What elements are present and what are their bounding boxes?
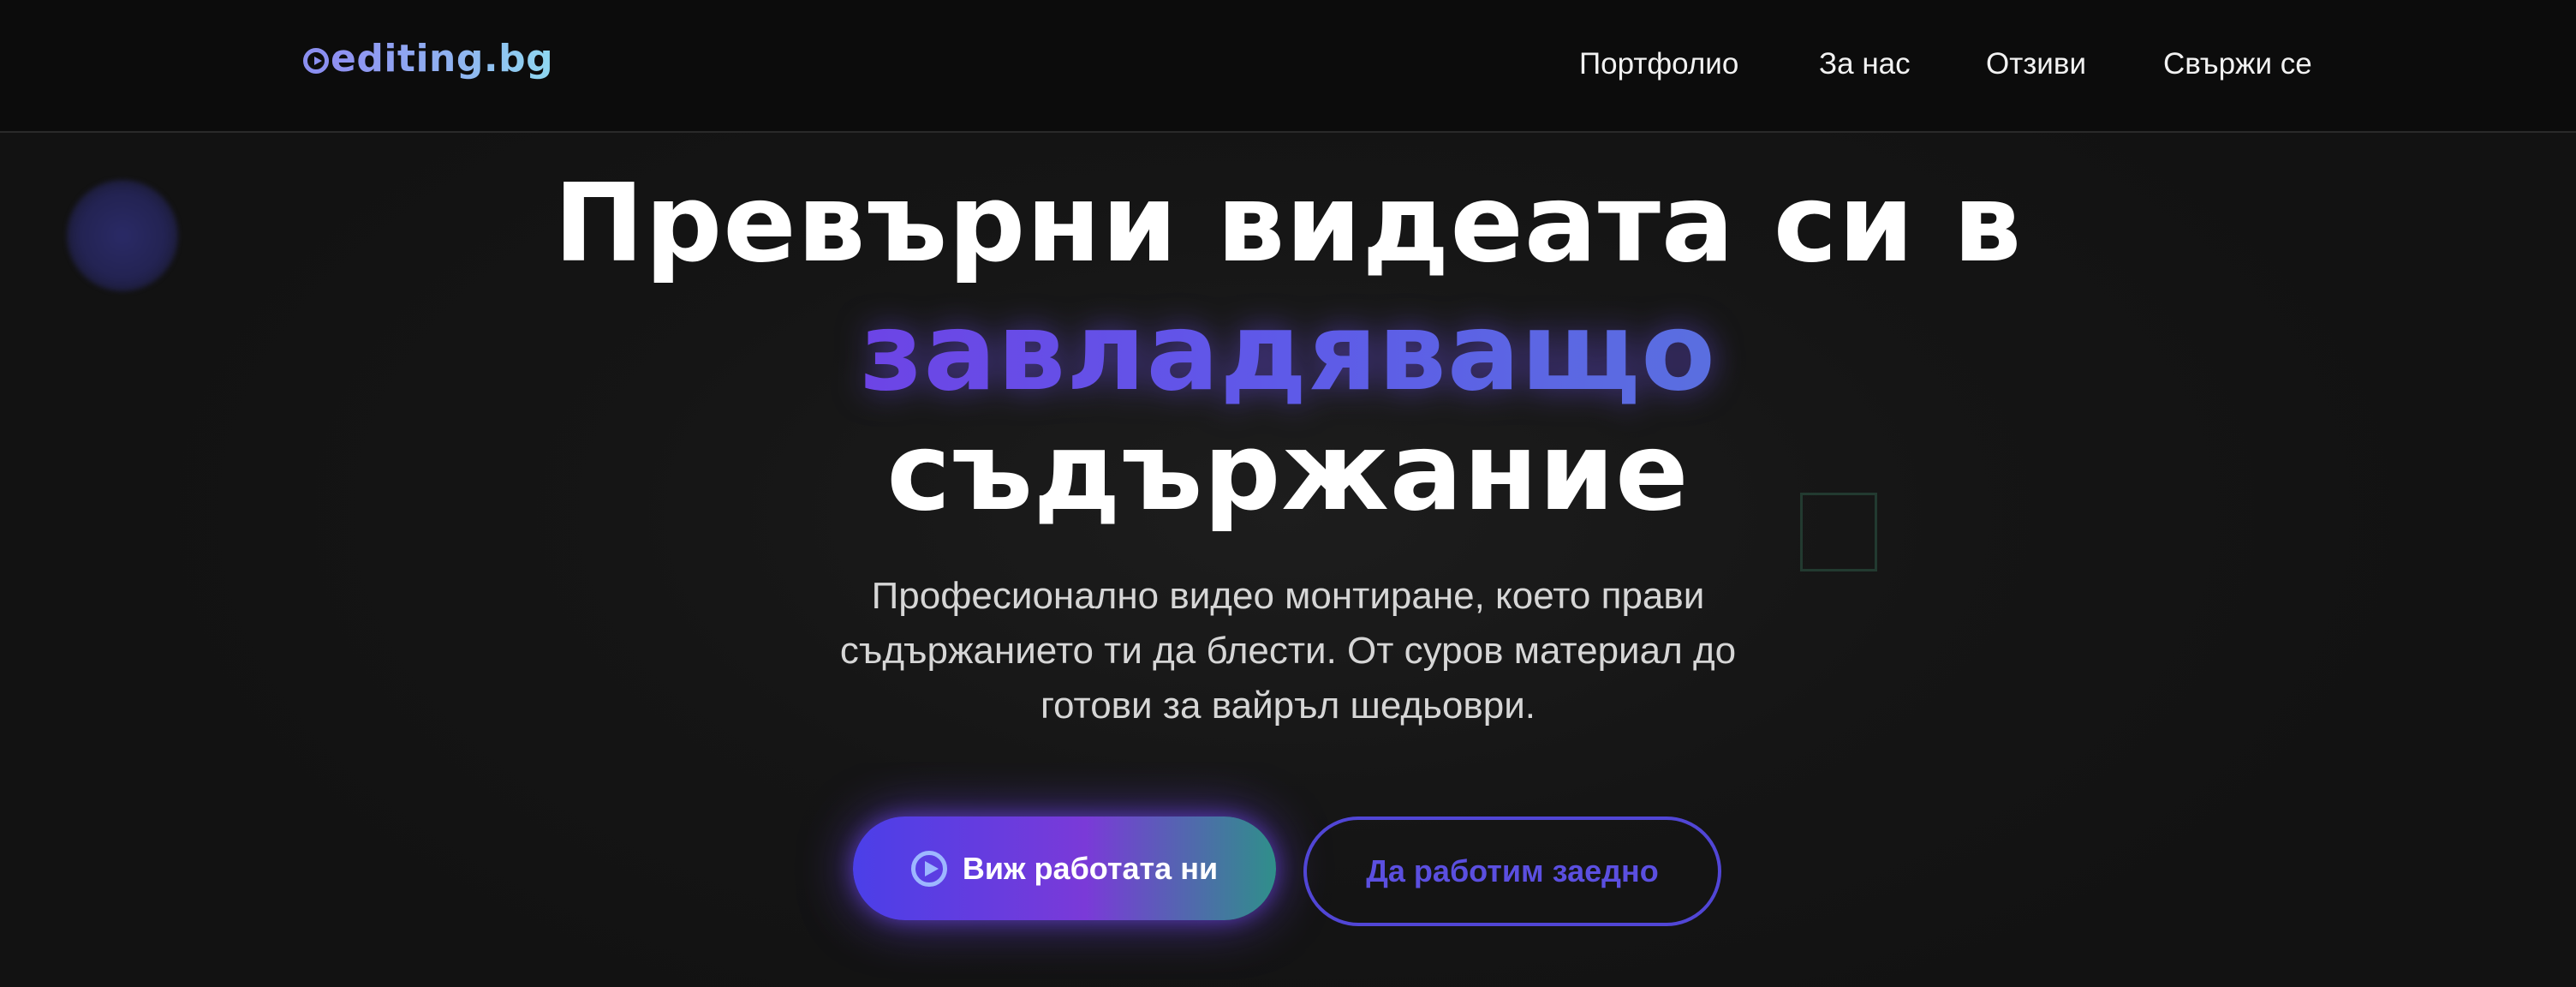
hero-subtitle-line3: готови за вайръл шедьоври. xyxy=(1040,685,1536,727)
work-together-button[interactable]: Да работим заедно xyxy=(1303,817,1721,926)
page: editing.bg Портфолио За нас Отзиви Свърж… xyxy=(0,0,2576,987)
hero-title-accent-line: завладяващо xyxy=(0,288,2576,416)
site-header: editing.bg Портфолио За нас Отзиви Свърж… xyxy=(0,0,2576,133)
play-circle-icon xyxy=(303,48,329,74)
view-work-button[interactable]: Виж работата ни xyxy=(853,817,1276,920)
play-circle-icon xyxy=(910,850,947,887)
nav-item-about[interactable]: За нас xyxy=(1819,43,1911,86)
logo-text: editing.bg xyxy=(331,36,554,81)
hero-title-accent: завладяващо xyxy=(860,289,1716,415)
hero-subtitle: Професионално видео монтиране, което пра… xyxy=(731,569,1845,733)
hero-title-line1: Превърни видеата си в xyxy=(553,160,2023,286)
nav-item-testimonials[interactable]: Отзиви xyxy=(1986,43,2086,86)
hero-title-line3: съдържание xyxy=(886,409,1690,535)
nav-item-contact[interactable]: Свържи се xyxy=(2163,43,2312,86)
hero-subtitle-line2: съдържанието ти да блести. От суров мате… xyxy=(839,630,1737,672)
logo[interactable]: editing.bg xyxy=(303,33,553,84)
work-together-button-label: Да работим заедно xyxy=(1366,853,1659,888)
hero-subtitle-line1: Професионално видео монтиране, което пра… xyxy=(871,575,1705,617)
nav-item-portfolio[interactable]: Портфолио xyxy=(1579,43,1738,86)
view-work-button-label: Виж работата ни xyxy=(962,850,1219,886)
